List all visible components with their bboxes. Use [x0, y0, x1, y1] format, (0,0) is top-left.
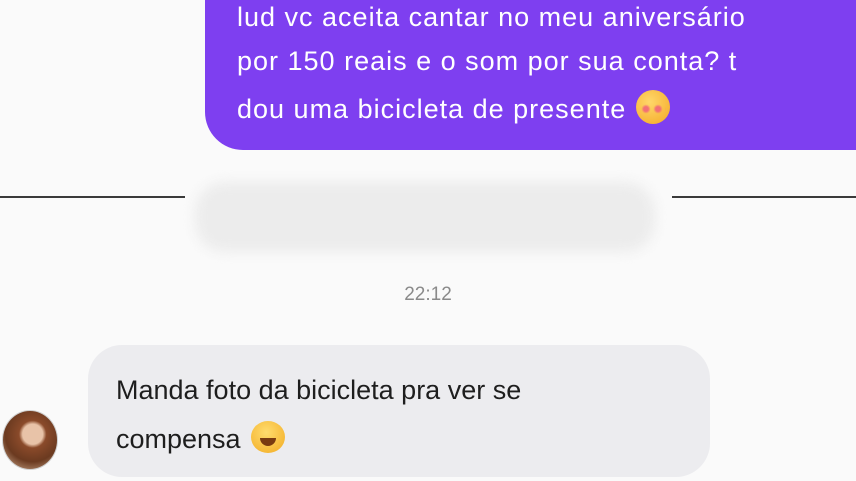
message-timestamp: 22:12: [404, 284, 452, 305]
divider-left: [0, 196, 185, 198]
smiling-face-with-hearts-icon: [636, 90, 671, 124]
sent-message-bubble[interactable]: lud vc aceita cantar no meu aniversário …: [205, 0, 856, 150]
sent-message-line-3-text: dou uma bicicleta de presente: [237, 94, 627, 124]
divider-right: [672, 196, 856, 198]
received-message-bubble[interactable]: Manda foto da bicicleta pra ver se compe…: [88, 345, 710, 477]
chat-screen: lud vc aceita cantar no meu aniversário …: [0, 0, 856, 481]
tears-of-joy-icon: [250, 421, 285, 453]
received-message-line-2: compensa: [116, 421, 285, 455]
received-message-line-1: Manda foto da bicicleta pra ver se: [116, 375, 522, 405]
sent-message-line-1: lud vc aceita cantar no meu aniversário: [237, 2, 746, 32]
contact-avatar[interactable]: [2, 410, 58, 470]
sent-message-line-2: por 150 reais e o som por sua conta? t: [237, 46, 738, 76]
sent-message-line-3: dou uma bicicleta de presente: [237, 90, 671, 125]
received-message-line-2-text: compensa: [116, 424, 241, 454]
blurred-notice: [195, 182, 655, 252]
